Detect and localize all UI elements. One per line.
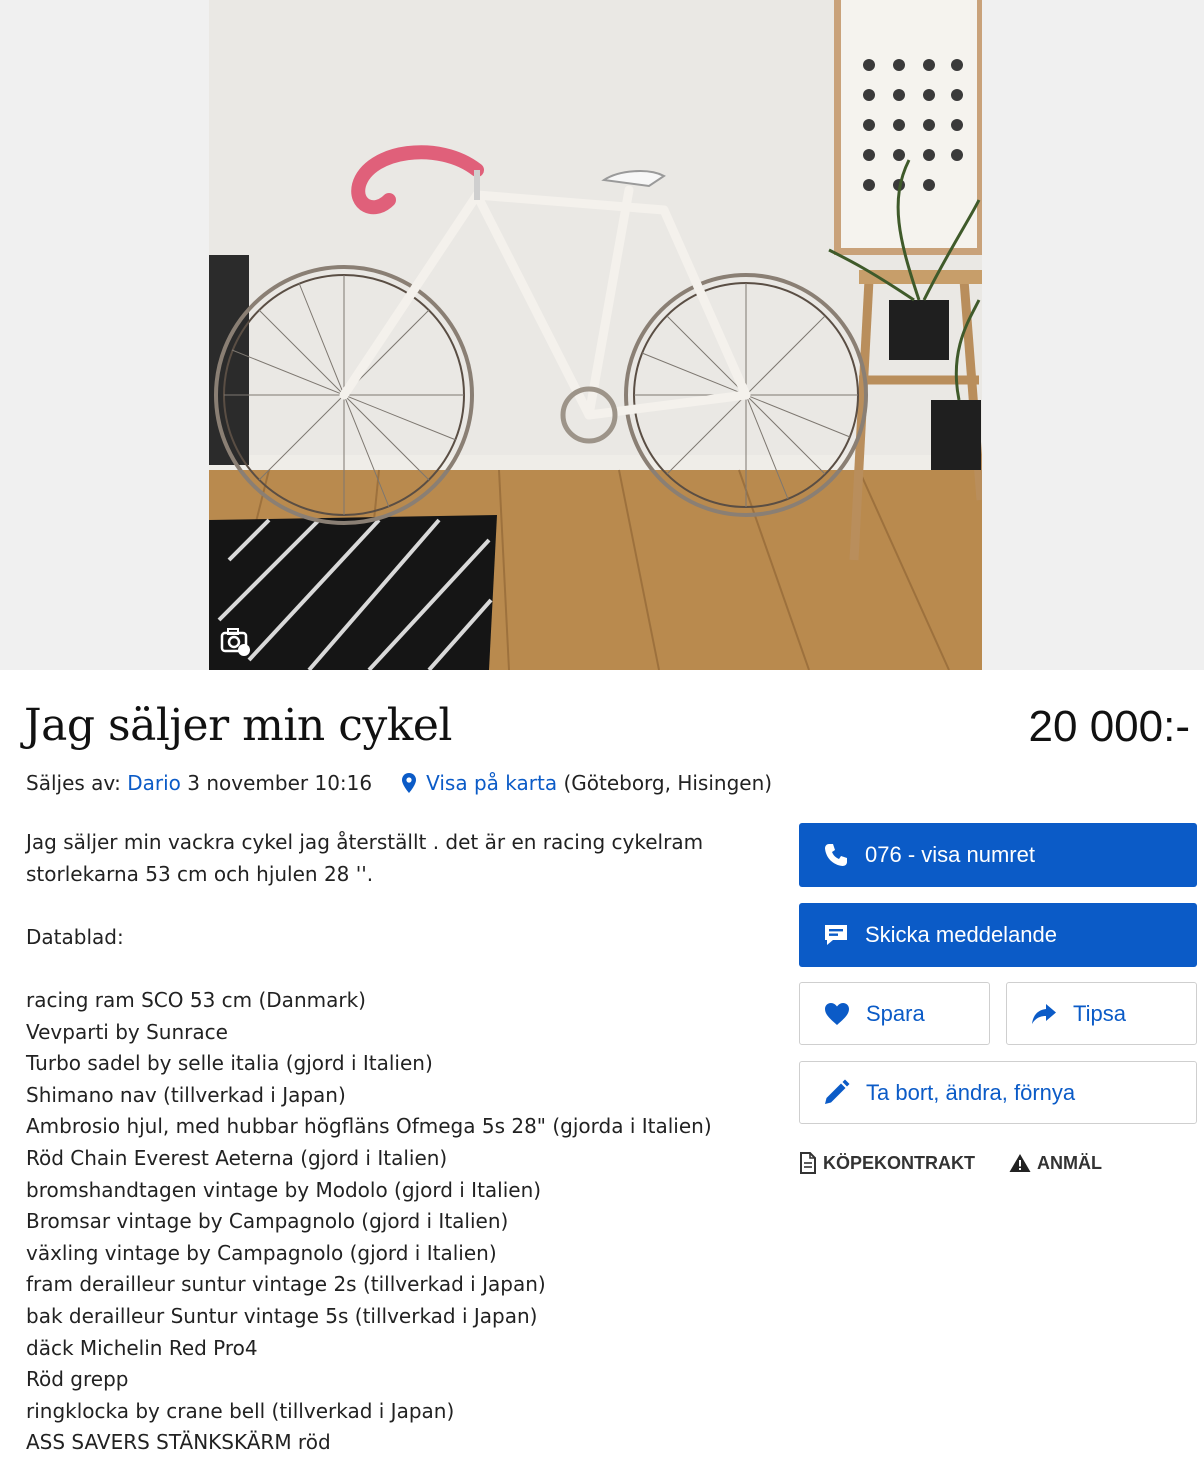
- send-message-label: Skicka meddelande: [865, 922, 1058, 947]
- spec-item: Bromsar vintage by Campagnolo (gjord i I…: [26, 1209, 509, 1234]
- listing-title: Jag säljer min cykel: [24, 700, 453, 751]
- save-label: Spara: [866, 1000, 925, 1026]
- listing-description: Jag säljer min vackra cykel jag återstäl…: [26, 827, 766, 1459]
- spec-item: däck Michelin Red Pro4: [26, 1335, 258, 1360]
- sold-by-label: Säljes av:: [26, 771, 121, 795]
- spec-item: ASS SAVERS STÄNKSKÄRM röd: [26, 1430, 331, 1455]
- report-link[interactable]: ANMÄL: [1009, 1153, 1102, 1174]
- document-icon: [800, 1152, 816, 1174]
- spec-item: Shimano nav (tillverkad i Japan): [26, 1082, 346, 1107]
- spec-item: racing ram SCO 53 cm (Danmark): [26, 987, 366, 1012]
- listing-photo[interactable]: [209, 0, 982, 670]
- spec-item: bromshandtagen vintage by Modolo (gjord …: [26, 1177, 542, 1202]
- spec-item: bak derailleur Suntur vintage 5s (tillve…: [26, 1303, 538, 1328]
- report-label: ANMÄL: [1037, 1152, 1102, 1173]
- edit-listing-label: Ta bort, ändra, förnya: [866, 1079, 1076, 1105]
- save-button[interactable]: Spara: [799, 982, 990, 1045]
- warning-icon: [1009, 1154, 1031, 1172]
- bicycle-photo: [209, 0, 982, 670]
- edit-listing-button[interactable]: Ta bort, ändra, förnya: [799, 1061, 1197, 1124]
- contract-label: KÖPEKONTRAKT: [823, 1152, 975, 1173]
- spec-item: Ambrosio hjul, med hubbar högfläns Ofmeg…: [26, 1114, 712, 1139]
- spec-item: Turbo sadel by selle italia (gjord i Ita…: [26, 1051, 433, 1076]
- spec-item: Vevparti by Sunrace: [26, 1019, 228, 1044]
- camera-icon: [219, 624, 253, 658]
- spec-item: ringklocka by crane bell (tillverkad i J…: [26, 1398, 455, 1423]
- map-link[interactable]: Visa på karta: [426, 771, 557, 795]
- listing-meta: Säljes av: Dario 3 november 10:16 Visa p…: [26, 771, 772, 795]
- image-gallery: [0, 0, 1204, 670]
- spec-item: växling vintage by Campagnolo (gjord i I…: [26, 1240, 497, 1265]
- contract-link[interactable]: KÖPEKONTRAKT: [799, 1152, 975, 1174]
- spec-item: fram derailleur suntur vintage 2s (tillv…: [26, 1272, 546, 1297]
- show-phone-label: 076 - visa numret: [865, 842, 1035, 867]
- description-line: Jag säljer min vackra cykel jag återstäl…: [26, 830, 704, 854]
- secondary-links: KÖPEKONTRAKT ANMÄL: [799, 1152, 1136, 1174]
- spec-item: Röd Chain Everest Aeterna (gjord i Itali…: [26, 1145, 448, 1170]
- send-message-button[interactable]: Skicka meddelande: [799, 903, 1197, 967]
- location-text: (Göteborg, Hisingen): [563, 771, 773, 795]
- spec-item: Röd grepp: [26, 1367, 129, 1392]
- share-label: Tipsa: [1073, 1000, 1126, 1026]
- description-line: storlekarna 53 cm och hjulen 28 ''.: [26, 861, 374, 886]
- listing-date: 3 november 10:16: [187, 771, 373, 795]
- listing-price: 20 000:-: [1028, 702, 1190, 751]
- phone-icon: [825, 844, 847, 866]
- share-button[interactable]: Tipsa: [1006, 982, 1197, 1045]
- spec-heading: Datablad:: [26, 924, 124, 949]
- map-pin-icon[interactable]: [402, 773, 417, 793]
- show-phone-button[interactable]: 076 - visa numret: [799, 823, 1197, 887]
- seller-link[interactable]: Dario: [127, 771, 181, 795]
- pencil-icon: [825, 1079, 850, 1104]
- chat-icon: [825, 925, 847, 945]
- share-arrow-icon: [1032, 1003, 1056, 1024]
- heart-icon: [825, 1002, 849, 1025]
